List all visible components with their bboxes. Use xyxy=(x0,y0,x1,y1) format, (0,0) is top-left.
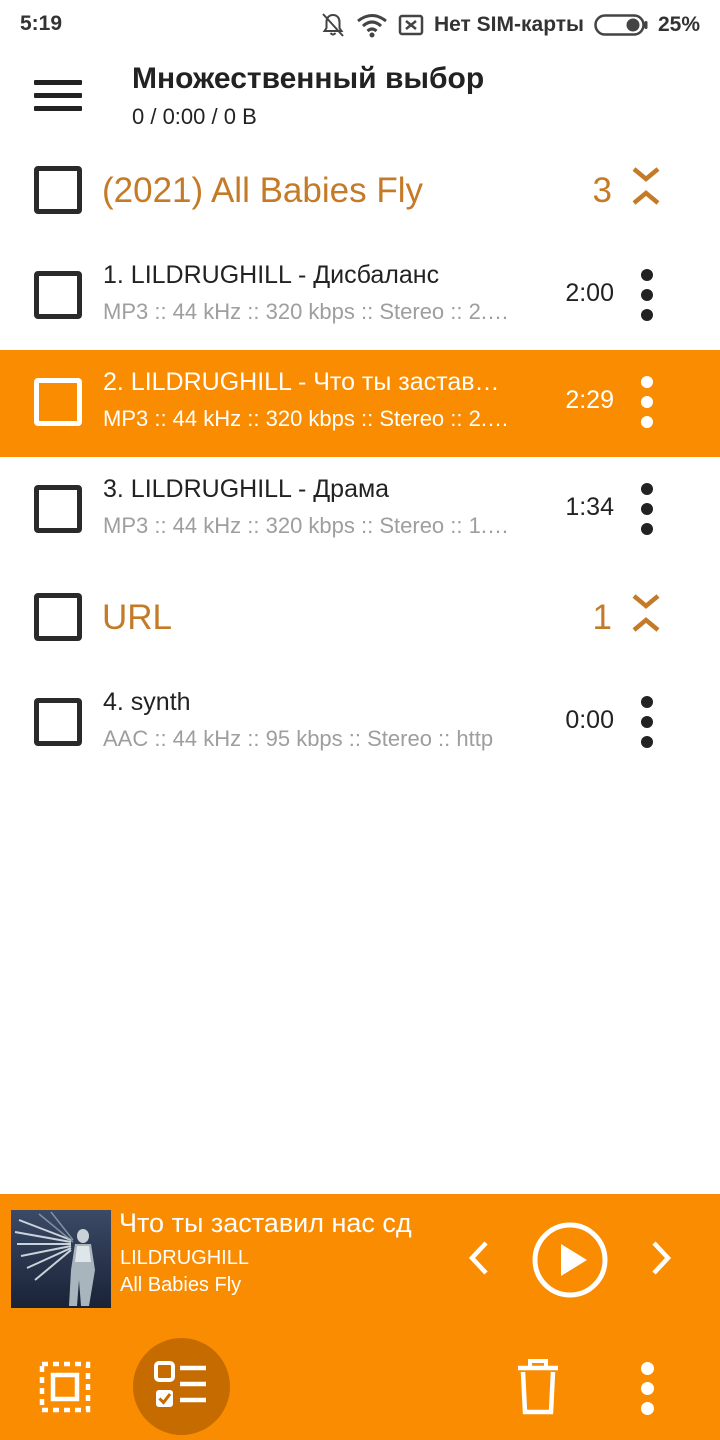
group-header[interactable]: URL 1 xyxy=(0,564,720,670)
group-title: URL xyxy=(102,598,173,637)
battery-percent: 25% xyxy=(657,13,700,36)
track-duration: 1:34 xyxy=(565,493,614,521)
more-vert-icon[interactable] xyxy=(630,376,664,428)
track-title: 1. LILDRUGHILL - Дисбаланс xyxy=(103,261,440,289)
track-duration: 2:00 xyxy=(565,279,614,307)
wifi-icon xyxy=(356,12,388,38)
bell-off-icon xyxy=(320,12,346,38)
trash-icon[interactable] xyxy=(516,1358,560,1416)
no-sim-icon xyxy=(398,12,424,38)
track-checkbox[interactable] xyxy=(34,485,82,533)
track-meta: MP3 :: 44 kHz :: 320 kbps :: Stereo :: 2… xyxy=(103,406,513,431)
multiselect-icon[interactable] xyxy=(133,1338,230,1435)
more-vert-icon[interactable] xyxy=(630,483,664,535)
player-artist: LILDRUGHILL xyxy=(120,1247,249,1269)
page-title: Множественный выбор xyxy=(132,62,485,95)
status-time: 5:19 xyxy=(20,12,63,35)
track-row[interactable]: 1. LILDRUGHILL - Дисбаланс MP3 :: 44 kHz… xyxy=(0,243,720,350)
mini-player: Что ты заставил нас сд LILDRUGHILL All B… xyxy=(0,1194,720,1440)
play-icon[interactable] xyxy=(530,1220,610,1300)
bottom-toolbar xyxy=(0,1338,720,1438)
prev-icon[interactable] xyxy=(462,1238,498,1278)
group-checkbox[interactable] xyxy=(34,593,82,641)
hamburger-menu-icon[interactable] xyxy=(28,76,88,116)
track-title: 2. LILDRUGHILL - Что ты заставил нас сде… xyxy=(103,368,513,396)
status-icons: Нет SIM-карты 25% xyxy=(320,10,700,40)
track-meta: MP3 :: 44 kHz :: 320 kbps :: Stereo :: 2… xyxy=(103,299,513,324)
status-bar: 5:19 Нет SIM-карты 25% xyxy=(0,0,720,50)
more-vert-icon[interactable] xyxy=(634,1362,662,1415)
select-all-icon[interactable] xyxy=(38,1360,92,1414)
app-header: Множественный выбор 0 / 0:00 / 0 B xyxy=(0,50,720,146)
group-header[interactable]: (2021) All Babies Fly 3 xyxy=(0,137,720,243)
track-meta: MP3 :: 44 kHz :: 320 kbps :: Stereo :: 1… xyxy=(103,513,513,538)
track-title: 4. synth xyxy=(103,688,191,716)
group-count: 3 xyxy=(592,171,612,210)
collapse-icon[interactable] xyxy=(626,590,666,646)
group-count: 1 xyxy=(592,598,612,637)
next-icon[interactable] xyxy=(642,1238,678,1278)
track-checkbox[interactable] xyxy=(34,378,82,426)
track-row[interactable]: 3. LILDRUGHILL - Драма MP3 :: 44 kHz :: … xyxy=(0,457,720,564)
battery-icon xyxy=(594,13,648,37)
track-duration: 0:00 xyxy=(565,706,614,734)
track-list: (2021) All Babies Fly 3 1. LILDRUGHILL -… xyxy=(0,137,720,777)
track-row[interactable]: 4. synth AAC :: 44 kHz :: 95 kbps :: Ste… xyxy=(0,670,720,777)
player-track-title: Что ты заставил нас сд xyxy=(119,1208,412,1238)
player-album: All Babies Fly xyxy=(120,1274,242,1296)
track-duration: 2:29 xyxy=(565,386,614,414)
track-row-playing[interactable]: 2. LILDRUGHILL - Что ты заставил нас сде… xyxy=(0,350,720,457)
track-checkbox[interactable] xyxy=(34,271,82,319)
more-vert-icon[interactable] xyxy=(630,269,664,321)
group-checkbox[interactable] xyxy=(34,166,82,214)
sim-status-text: Нет SIM-карты xyxy=(433,13,584,36)
collapse-icon[interactable] xyxy=(626,163,666,219)
group-title: (2021) All Babies Fly xyxy=(102,171,423,210)
track-title: 3. LILDRUGHILL - Драма xyxy=(103,475,390,503)
track-checkbox[interactable] xyxy=(34,698,82,746)
more-vert-icon[interactable] xyxy=(630,696,664,748)
album-art[interactable] xyxy=(11,1210,111,1308)
track-meta: AAC :: 44 kHz :: 95 kbps :: Stereo :: ht… xyxy=(103,726,494,751)
selection-summary: 0 / 0:00 / 0 B xyxy=(132,104,257,129)
